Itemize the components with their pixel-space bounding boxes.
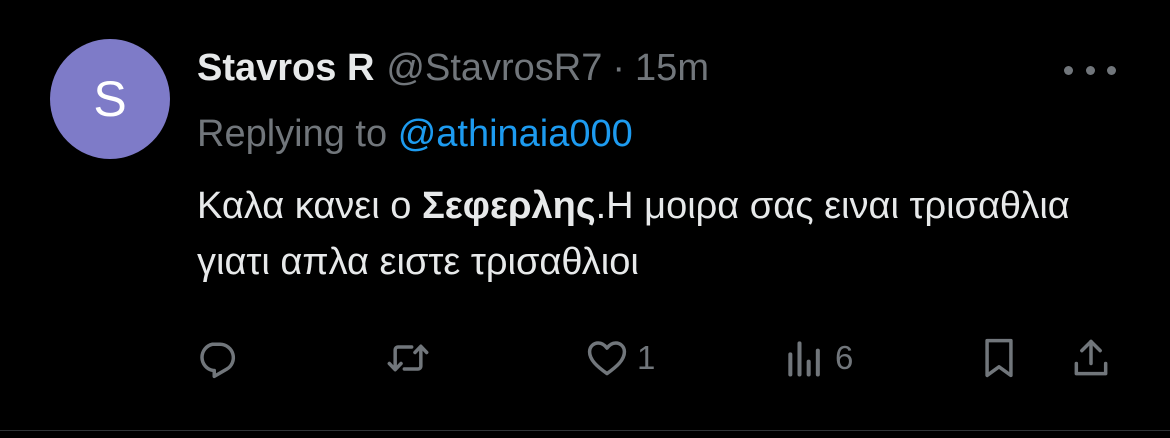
tweet-text-bold: Σεφερλης [421,185,596,227]
reply-button[interactable] [195,328,247,388]
replying-to-label: Replying to [197,113,388,155]
replying-to-mention[interactable]: @athinaia000 [398,113,633,155]
retweet-button[interactable] [386,328,438,388]
tweet-text-part1: Καλα κανει ο [197,185,422,227]
heart-icon [585,336,629,380]
tweet-divider [0,430,1170,431]
display-name[interactable]: Stavros R [197,44,374,92]
views-icon [783,336,827,380]
share-icon [1069,336,1113,380]
bookmark-icon [977,336,1021,380]
replying-to-line: Replying to @athinaia000 [197,110,633,158]
like-count: 1 [637,339,656,376]
more-icon [1064,65,1073,75]
tweet[interactable]: S Stavros R @StavrosR7 · 15m Replying to… [0,0,1170,438]
share-button[interactable] [1069,328,1113,388]
avatar-letter: S [93,71,127,127]
more-options-button[interactable] [1064,55,1116,85]
user-handle[interactable]: @StavrosR7 [386,44,602,92]
tweet-header: Stavros R @StavrosR7 · 15m [197,44,709,92]
tweet-text: Καλα κανει ο Σεφερλης.Η μοιρα σας ειναι … [197,178,1127,290]
bookmark-button[interactable] [977,328,1021,388]
like-button[interactable]: 1 [585,328,655,388]
retweet-icon [386,336,430,380]
reply-icon [195,336,239,380]
views-button[interactable]: 6 [783,328,853,388]
timestamp[interactable]: 15m [635,44,709,92]
avatar[interactable]: S [50,39,170,159]
action-bar: 1 6 [0,328,1170,388]
separator-dot: · [612,47,626,89]
views-count: 6 [835,339,854,376]
